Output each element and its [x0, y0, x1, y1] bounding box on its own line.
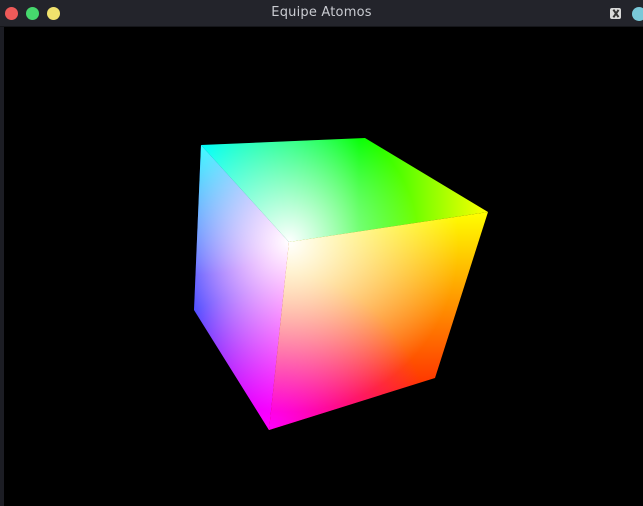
cube-right-face — [269, 212, 488, 430]
extra-button[interactable] — [632, 7, 643, 21]
app-icon[interactable] — [610, 8, 621, 19]
gl-viewport[interactable] — [4, 27, 643, 506]
title-bar[interactable]: Equipe Atomos — [0, 0, 643, 27]
window-title: Equipe Atomos — [271, 5, 372, 20]
app-window: Equipe Atomos — [0, 0, 643, 506]
color-cube-svg — [194, 138, 488, 430]
